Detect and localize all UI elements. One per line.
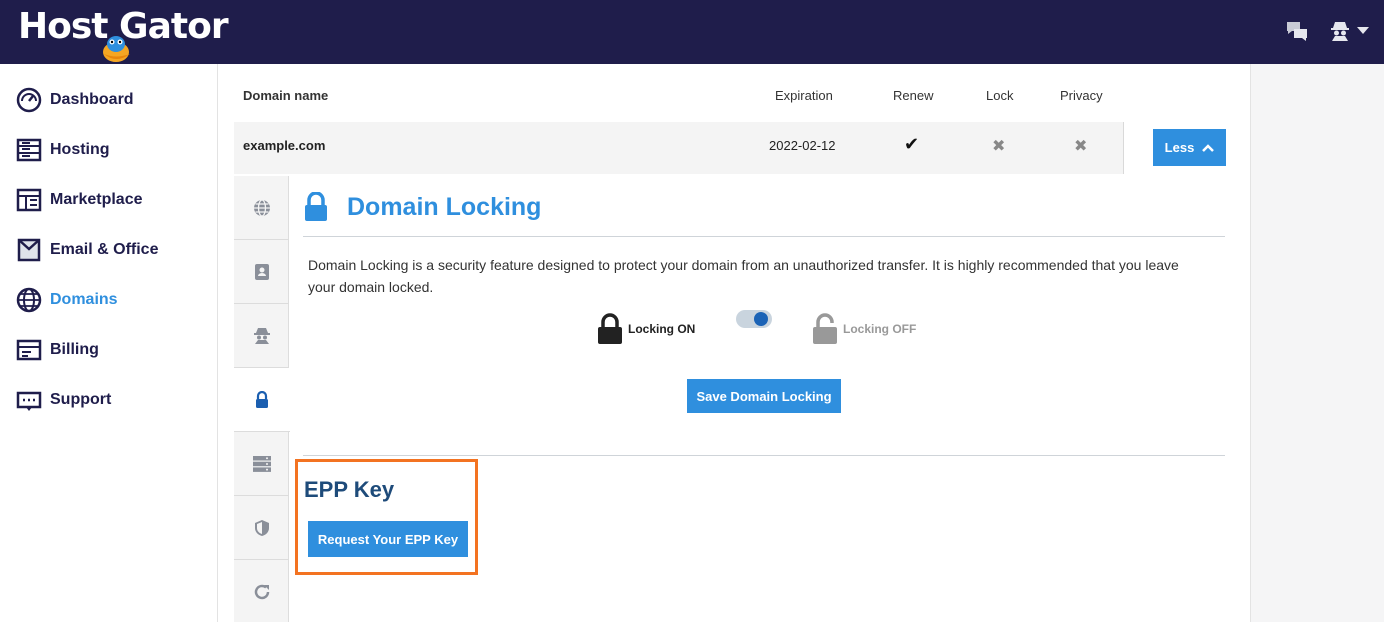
domain-locking-description: Domain Locking is a security feature des…: [308, 257, 1179, 295]
sidebar-item-label: Support: [50, 391, 112, 408]
sidebar-item-dashboard[interactable]: Dashboard: [16, 85, 134, 115]
request-epp-key-button[interactable]: Request Your EPP Key: [308, 521, 468, 557]
sidebar-item-billing[interactable]: Billing: [16, 335, 99, 365]
server-icon: [252, 455, 271, 472]
sidebar: Dashboard Hosting Marketplace Email & Of…: [0, 64, 218, 622]
sidebar-item-support[interactable]: Support: [16, 385, 111, 415]
renew-check-icon: ✔: [904, 134, 920, 154]
globe-icon: [253, 198, 270, 217]
expiration-cell: 2022-02-12: [769, 138, 836, 153]
tab-renewal[interactable]: [234, 560, 289, 624]
sidebar-item-marketplace[interactable]: Marketplace: [16, 185, 143, 215]
refresh-icon: [254, 584, 269, 600]
hosting-icon: [16, 137, 42, 163]
sidebar-item-domains[interactable]: Domains: [16, 285, 118, 315]
caret-down-icon[interactable]: [1357, 27, 1369, 35]
tab-contacts[interactable]: [234, 240, 289, 304]
column-header-lock: Lock: [986, 88, 1014, 103]
marketplace-icon: [16, 187, 42, 213]
sidebar-item-email-office[interactable]: Email & Office: [16, 235, 158, 265]
shield-icon: [254, 519, 269, 536]
lock-closed-icon: [598, 313, 622, 344]
dashboard-icon: [16, 87, 42, 113]
sidebar-item-label: Domains: [50, 291, 118, 308]
sidebar-item-label: Hosting: [50, 141, 110, 158]
email-icon: [16, 237, 42, 263]
privacy-x-icon: ✖: [1074, 138, 1088, 155]
tab-privacy[interactable]: [234, 304, 289, 368]
user-spy-icon[interactable]: [1328, 18, 1370, 44]
billing-icon: [16, 337, 42, 363]
domain-tabs: [234, 176, 290, 624]
sidebar-item-label: Marketplace: [50, 191, 143, 208]
locking-toggle[interactable]: [736, 310, 772, 328]
table-row: [234, 122, 1124, 174]
tab-security[interactable]: [234, 496, 289, 560]
tab-nameservers[interactable]: [234, 176, 289, 240]
locking-on-label: Locking ON: [628, 322, 696, 336]
top-bar: Host Gator: [0, 0, 1384, 64]
column-header-renew: Renew: [893, 88, 934, 103]
host-gator-logo[interactable]: Host Gator: [18, 2, 229, 62]
locking-off-option[interactable]: Locking OFF: [811, 313, 916, 345]
column-header-domain: Domain name: [243, 88, 329, 103]
lock-x-icon: ✖: [992, 138, 1006, 155]
divider: [303, 236, 1225, 237]
globe-icon: [16, 287, 42, 313]
chat-icon[interactable]: [1284, 18, 1310, 44]
support-icon: [16, 387, 42, 413]
less-button[interactable]: Less: [1153, 129, 1226, 166]
lock-open-icon: [813, 313, 837, 344]
sidebar-item-label: Billing: [50, 341, 99, 358]
sidebar-item-hosting[interactable]: Hosting: [16, 135, 110, 165]
tab-dns[interactable]: [234, 432, 289, 496]
page-title: Domain Locking: [347, 192, 542, 221]
divider: [303, 455, 1225, 456]
lock-icon: [256, 390, 268, 408]
lock-icon: [305, 192, 327, 221]
sidebar-item-label: Dashboard: [50, 91, 134, 108]
chevron-up-icon: [1202, 143, 1215, 152]
right-gutter: [1250, 64, 1384, 622]
spy-icon: [253, 327, 270, 344]
toggle-knob: [754, 312, 768, 326]
domain-name-cell: example.com: [243, 138, 326, 153]
less-button-label: Less: [1164, 140, 1195, 155]
column-header-privacy: Privacy: [1060, 88, 1103, 103]
domain-locking-header: Domain Locking: [303, 192, 541, 222]
tab-domain-locking[interactable]: [234, 368, 290, 432]
save-domain-locking-button[interactable]: Save Domain Locking: [687, 379, 841, 413]
sidebar-item-label: Email & Office: [50, 241, 159, 258]
contact-card-icon: [254, 263, 269, 280]
gator-mascot-icon: [103, 36, 130, 62]
epp-key-title: EPP Key: [304, 477, 395, 502]
locking-off-label: Locking OFF: [843, 322, 917, 336]
row-divider: [1123, 122, 1124, 174]
column-header-expiration: Expiration: [775, 88, 833, 103]
locking-on-option[interactable]: Locking ON: [596, 313, 695, 345]
